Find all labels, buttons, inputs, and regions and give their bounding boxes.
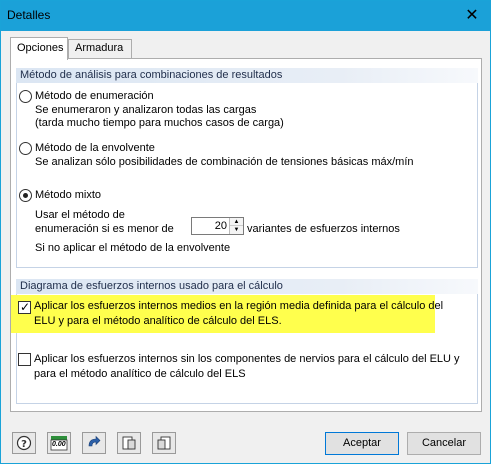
units-label: 0.00: [52, 441, 66, 448]
no-ribs-line-1: Aplicar los esfuerzos internos sin los c…: [34, 353, 460, 365]
details-dialog: Detalles ✕ Opciones Armadura Método de a…: [0, 0, 491, 464]
envelope-label: Método de la envolvente: [35, 142, 155, 154]
tab-armadura[interactable]: Armadura: [68, 39, 132, 59]
internal-forces-header: Diagrama de esfuerzos internos usado par…: [16, 279, 478, 294]
svg-text:?: ?: [21, 439, 27, 450]
enumeration-desc-2: (tarda mucho tiempo para muchos casos de…: [35, 117, 284, 129]
spinner-arrows: ▲ ▼: [229, 218, 243, 234]
title-bar: Detalles ✕: [1, 1, 490, 31]
close-icon[interactable]: ✕: [462, 6, 482, 26]
units-button[interactable]: 0.00: [47, 432, 71, 454]
import-button[interactable]: [152, 432, 176, 454]
radio-enumeration[interactable]: [19, 90, 32, 103]
window-title: Detalles: [7, 8, 51, 22]
envelope-desc: Se analizan sólo posibilidades de combin…: [35, 156, 414, 168]
redo-button[interactable]: [82, 432, 106, 454]
checkmark-icon: ✓: [20, 300, 31, 314]
mixed-line-1: Usar el método de: [35, 209, 125, 221]
spinner-down-icon[interactable]: ▼: [230, 226, 243, 234]
mixed-line-2: enumeración si es menor de: [35, 223, 174, 235]
export-icon: [122, 436, 136, 450]
spinner-up-icon[interactable]: ▲: [230, 218, 243, 226]
redo-icon: [88, 435, 101, 447]
ok-button[interactable]: Aceptar: [325, 432, 399, 455]
mixed-label: Método mixto: [35, 189, 102, 201]
variants-suffix: variantes de esfuerzos internos: [247, 223, 400, 235]
import-icon: [157, 436, 171, 450]
else-envelope-label: Si no aplicar el método de la envolvente: [35, 242, 231, 254]
help-icon: ?: [16, 435, 32, 451]
mean-forces-line-2: ELU y para el método analítico de cálcul…: [34, 315, 282, 327]
checkbox-no-ribs[interactable]: [18, 353, 31, 366]
export-button[interactable]: [117, 432, 141, 454]
mean-forces-line-1: Aplicar los esfuerzos internos medios en…: [34, 300, 444, 312]
analysis-method-header: Método de análisis para combinaciones de…: [16, 68, 478, 83]
radio-mixed[interactable]: [19, 189, 32, 202]
help-button[interactable]: ?: [12, 432, 36, 454]
no-ribs-line-2: para el método analítico de cálculo del …: [34, 368, 246, 380]
variants-value[interactable]: 20: [215, 220, 227, 232]
enumeration-desc-1: Se enumeraron y analizaron todas las car…: [35, 104, 257, 116]
tab-opciones[interactable]: Opciones: [10, 37, 68, 60]
radio-envelope[interactable]: [19, 142, 32, 155]
cancel-button[interactable]: Cancelar: [407, 432, 481, 455]
variants-spinner[interactable]: 20 ▲ ▼: [191, 217, 244, 235]
checkbox-mean-forces[interactable]: ✓: [18, 301, 31, 314]
enumeration-label: Método de enumeración: [35, 90, 154, 102]
